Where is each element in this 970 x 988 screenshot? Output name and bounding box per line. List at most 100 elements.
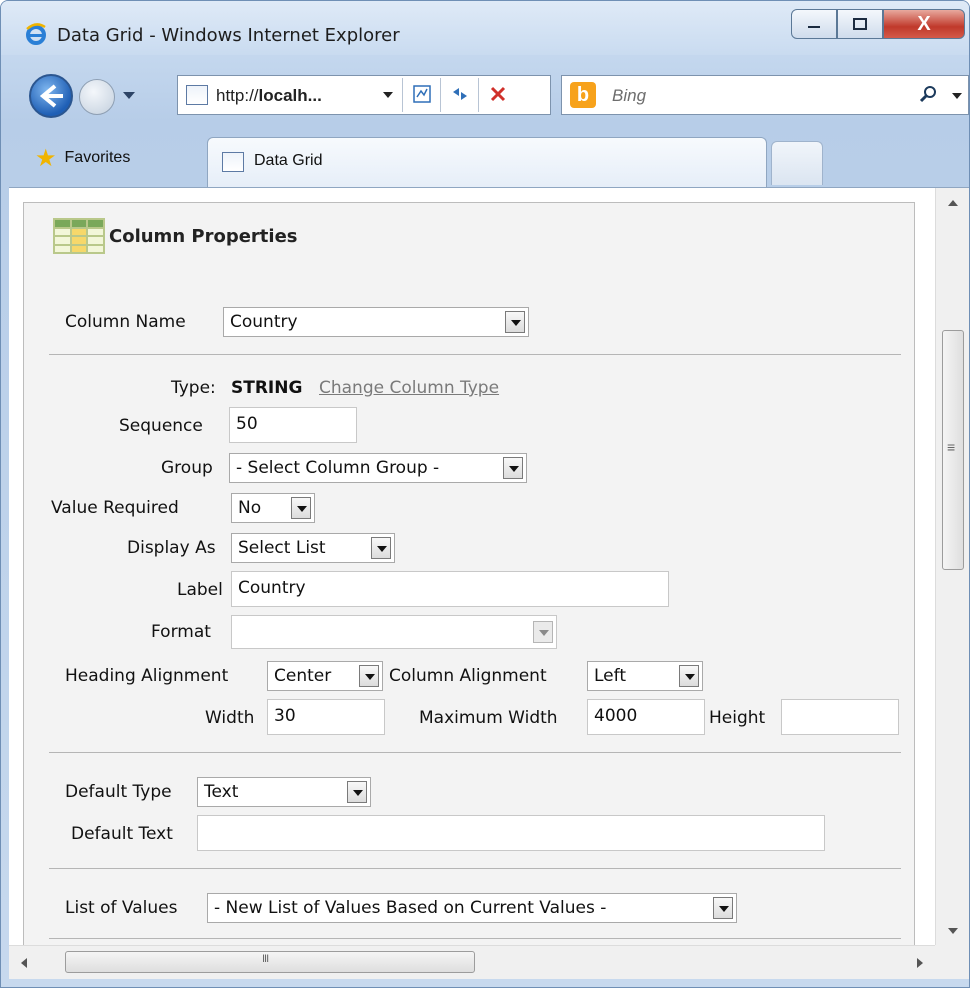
column-alignment-value: Left (594, 666, 626, 686)
status-bar (1, 979, 969, 987)
default-type-select[interactable]: Text (197, 777, 371, 807)
default-text-input[interactable] (197, 815, 825, 851)
search-placeholder: Bing (612, 86, 647, 105)
divider (49, 868, 901, 869)
horizontal-scrollbar[interactable] (9, 945, 935, 979)
close-icon: X (917, 12, 931, 35)
default-text-label: Default Text (71, 824, 173, 844)
stop-glyph (490, 86, 506, 102)
search-icon[interactable] (918, 84, 938, 109)
column-alignment-select[interactable]: Left (587, 661, 703, 691)
sequence-input[interactable]: 50 (229, 407, 357, 443)
scrollbar-corner (935, 945, 969, 979)
type-label: Type: (171, 378, 216, 398)
value-required-value: No (238, 498, 262, 518)
label-input[interactable]: Country (231, 571, 669, 607)
format-combobox[interactable] (231, 615, 557, 649)
list-of-values-label: List of Values (65, 898, 178, 918)
panel-header: Column Properties (53, 218, 298, 254)
maximize-button[interactable] (837, 9, 883, 39)
default-type-value: Text (204, 782, 239, 802)
recent-pages-dropdown[interactable] (123, 92, 135, 99)
search-box[interactable]: b Bing (561, 75, 969, 115)
vertical-scroll-thumb[interactable] (942, 330, 964, 570)
vertical-scrollbar[interactable] (935, 188, 969, 946)
column-name-value: Country (230, 312, 298, 332)
address-url[interactable]: http://localh... (216, 86, 322, 106)
chevron-down-icon (505, 311, 525, 333)
magnifier-glyph (919, 86, 936, 103)
divider (49, 354, 901, 355)
close-button[interactable]: X (883, 9, 965, 39)
format-label: Format (151, 622, 211, 642)
column-name-label: Column Name (65, 312, 186, 332)
caption-buttons: X (791, 9, 965, 41)
display-as-select[interactable]: Select List (231, 533, 395, 563)
chevron-down-icon (713, 897, 733, 919)
value-required-select[interactable]: No (231, 493, 315, 523)
divider (49, 938, 901, 939)
separator (440, 78, 441, 112)
column-alignment-label: Column Alignment (389, 666, 547, 686)
display-as-label: Display As (127, 538, 216, 558)
star-icon: ★ (35, 144, 57, 172)
chevron-down-icon (679, 665, 699, 687)
heading-alignment-value: Center (274, 666, 332, 686)
search-dropdown-icon[interactable] (952, 93, 962, 99)
favorites-button[interactable]: ★ Favorites (35, 141, 130, 175)
value-required-label: Value Required (51, 498, 179, 518)
tab-data-grid[interactable]: Data Grid (207, 137, 767, 187)
height-label: Height (709, 708, 766, 728)
chevron-down-icon (347, 781, 367, 803)
minimize-button[interactable] (791, 9, 837, 39)
column-name-select[interactable]: Country (223, 307, 529, 337)
back-button[interactable] (29, 74, 73, 118)
chevron-down-icon (371, 537, 391, 559)
address-bar[interactable]: http://localh... (177, 75, 551, 115)
chevron-down-icon (359, 665, 379, 687)
compatibility-view-icon[interactable] (410, 83, 434, 107)
address-dropdown-icon[interactable] (383, 92, 393, 98)
separator (402, 78, 403, 112)
scroll-up-icon[interactable] (936, 188, 969, 218)
panel-title: Column Properties (109, 225, 298, 247)
browser-window: Data Grid - Windows Internet Explorer X … (0, 0, 970, 988)
navigation-bar: http://localh... b Bing (1, 55, 969, 129)
change-column-type-link[interactable]: Change Column Type (319, 378, 499, 398)
data-grid-icon (53, 218, 105, 254)
maximize-icon (853, 18, 867, 30)
height-input[interactable] (781, 699, 899, 735)
refresh-glyph (453, 88, 467, 100)
stop-icon[interactable] (486, 83, 510, 107)
display-as-value: Select List (238, 538, 326, 558)
sequence-label: Sequence (119, 416, 203, 436)
chevron-down-icon (533, 621, 553, 643)
maximum-width-label: Maximum Width (419, 708, 558, 728)
group-value: - Select Column Group - (236, 458, 440, 478)
divider (49, 752, 901, 753)
new-tab-button[interactable] (771, 141, 823, 185)
chevron-down-icon (503, 457, 523, 479)
chevron-down-icon (291, 497, 311, 519)
minimize-icon (808, 26, 820, 28)
group-label: Group (161, 458, 213, 478)
page-icon (222, 152, 244, 172)
width-input[interactable]: 30 (267, 699, 385, 735)
horizontal-scroll-thumb[interactable] (65, 951, 475, 973)
back-arrow-icon (39, 84, 63, 108)
bing-logo-icon: b (570, 82, 596, 108)
forward-button[interactable] (79, 79, 115, 115)
heading-alignment-select[interactable]: Center (267, 661, 383, 691)
page-viewport: Column Properties Column Name Country Ty… (9, 187, 969, 946)
list-of-values-value: - New List of Values Based on Current Va… (214, 898, 607, 918)
width-label: Width (205, 708, 255, 728)
list-of-values-select[interactable]: - New List of Values Based on Current Va… (207, 893, 737, 923)
title-bar: Data Grid - Windows Internet Explorer X (1, 1, 969, 55)
compat-glyph (413, 85, 431, 103)
scroll-down-icon[interactable] (936, 916, 969, 946)
favorites-label: Favorites (64, 149, 131, 166)
maximum-width-input[interactable]: 4000 (587, 699, 705, 735)
refresh-icon[interactable] (448, 83, 472, 107)
separator (478, 78, 479, 112)
group-select[interactable]: - Select Column Group - (229, 453, 527, 483)
